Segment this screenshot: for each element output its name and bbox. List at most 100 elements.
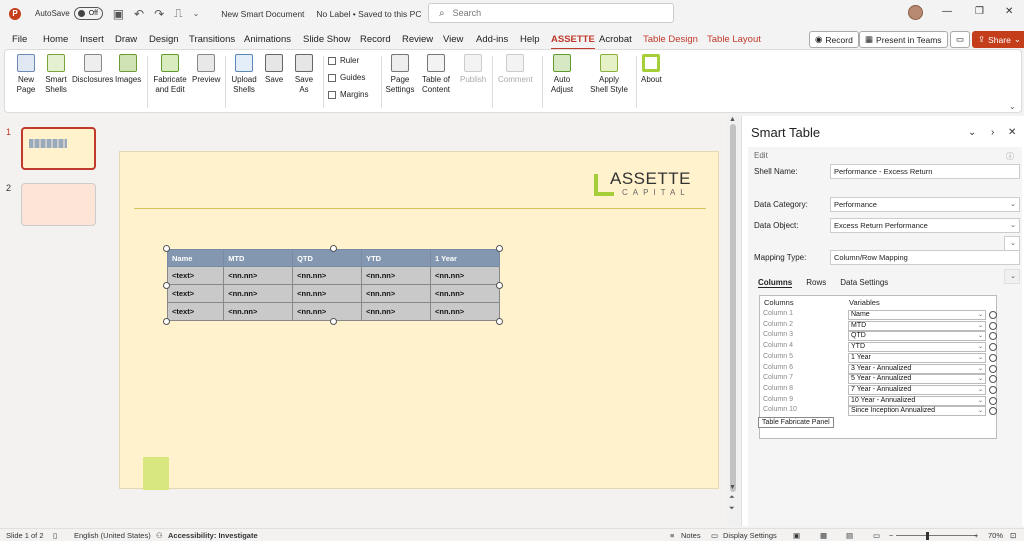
tab-acrobat[interactable]: Acrobat xyxy=(599,34,632,45)
table-cell[interactable]: <nn.nn> xyxy=(430,266,500,285)
display-settings-button[interactable]: Display Settings xyxy=(723,531,777,540)
variable-select[interactable]: QTD ⌄ xyxy=(848,331,986,342)
normal-view-icon[interactable]: ▣ xyxy=(793,531,800,540)
reading-view-icon[interactable]: ▤ xyxy=(846,531,853,540)
table-cell[interactable]: <nn.nn> xyxy=(361,302,431,321)
language-indicator[interactable]: English (United States) xyxy=(74,531,151,540)
pane-options-chevron-icon[interactable]: ⌄ xyxy=(968,127,976,138)
slide-thumbnail-1[interactable] xyxy=(21,127,96,170)
autosave-toggle[interactable]: Off xyxy=(73,7,103,20)
minimize-icon[interactable]: — xyxy=(942,6,952,17)
variable-select[interactable]: 3 Year - Annualized ⌄ xyxy=(848,363,986,374)
preview-button[interactable]: Preview xyxy=(192,54,220,85)
variable-select[interactable]: 7 Year - Annualized ⌄ xyxy=(848,384,986,395)
table-cell[interactable]: <text> xyxy=(166,266,225,285)
zoom-slider-thumb[interactable] xyxy=(926,532,929,540)
comments-button[interactable]: ▭ xyxy=(950,31,971,48)
row-radio[interactable] xyxy=(989,407,997,416)
row-radio[interactable] xyxy=(989,385,997,394)
row-radio[interactable] xyxy=(989,396,997,405)
resize-handle[interactable] xyxy=(330,318,337,325)
sensitivity-label[interactable]: No Label • Saved to this PC xyxy=(316,9,421,19)
tab-table-design[interactable]: Table Design xyxy=(643,34,698,45)
close-icon[interactable]: ✕ xyxy=(1005,6,1013,17)
subtab-data-settings[interactable]: Data Settings xyxy=(840,278,888,288)
pane-expand-chevron-icon[interactable]: › xyxy=(991,127,994,138)
scrollbar-thumb[interactable] xyxy=(730,124,736,492)
table-cell[interactable]: <nn.nn> xyxy=(223,266,294,285)
table-cell[interactable]: <nn.nn> xyxy=(292,266,363,285)
data-category-select[interactable]: Performance ⌄ xyxy=(830,197,1020,212)
tab-design[interactable]: Design xyxy=(149,34,179,45)
mapping-type-select[interactable]: Column/Row Mapping xyxy=(830,250,1020,265)
zoom-in-icon[interactable]: + xyxy=(974,531,978,540)
save-as-button[interactable]: Save As xyxy=(294,54,314,95)
zoom-level[interactable]: 70% xyxy=(988,531,1003,540)
tab-add-ins[interactable]: Add-ins xyxy=(476,34,508,45)
smart-table[interactable]: Name MTD QTD YTD 1 Year <text> <nn.nn> <… xyxy=(163,245,503,325)
upload-shells-button[interactable]: Upload Shells xyxy=(229,54,259,95)
tab-table-layout[interactable]: Table Layout xyxy=(707,34,761,45)
resize-handle[interactable] xyxy=(496,245,503,252)
subtab-columns[interactable]: Columns xyxy=(758,278,793,288)
redo-icon[interactable]: ↷ xyxy=(154,7,164,21)
avatar[interactable] xyxy=(908,5,923,20)
tab-slide-show[interactable]: Slide Show xyxy=(303,34,351,45)
row-radio[interactable] xyxy=(989,311,997,319)
accessibility-icon[interactable]: ⚇ xyxy=(156,531,163,540)
row-radio[interactable] xyxy=(989,332,997,341)
tab-view[interactable]: View xyxy=(443,34,463,45)
table-cell[interactable]: <text> xyxy=(166,284,225,303)
fabricate-button[interactable]: Fabricate and Edit xyxy=(151,54,189,95)
table-cell[interactable]: <nn.nn> xyxy=(361,266,431,285)
resize-handle[interactable] xyxy=(496,282,503,289)
variable-select[interactable]: YTD ⌄ xyxy=(848,342,986,353)
spelling-icon[interactable]: ▯ xyxy=(53,531,57,540)
search-input[interactable]: ⌕ Search xyxy=(428,3,674,23)
table-header-cell[interactable]: YTD xyxy=(361,249,431,267)
tab-review[interactable]: Review xyxy=(402,34,433,45)
row-radio[interactable] xyxy=(989,364,997,373)
table-cell[interactable]: <nn.nn> xyxy=(223,284,294,303)
tab-animations[interactable]: Animations xyxy=(244,34,291,45)
next-slide-icon[interactable]: ⏷ xyxy=(729,505,735,513)
variable-select[interactable]: 10 Year - Annualized ⌄ xyxy=(848,395,986,406)
auto-adjust-button[interactable]: Auto Adjust xyxy=(547,54,577,95)
tab-assette[interactable]: ASSETTE xyxy=(551,34,595,50)
tab-transitions[interactable]: Transitions xyxy=(189,34,235,45)
slide-sorter-icon[interactable]: ▦ xyxy=(820,531,827,540)
display-settings-icon[interactable]: ▭ xyxy=(711,531,718,540)
new-page-button[interactable]: New Page xyxy=(11,54,41,95)
collapse-ribbon-icon[interactable]: ⌄ xyxy=(1009,102,1016,111)
present-in-teams-button[interactable]: ▦ Present in Teams xyxy=(859,31,948,48)
customize-chevron-icon[interactable]: ⌄ xyxy=(193,9,200,18)
tab-file[interactable]: File xyxy=(12,34,27,45)
variable-select[interactable]: MTD ⌄ xyxy=(848,320,986,331)
scroll-down-icon[interactable]: ▼ xyxy=(729,484,736,491)
table-cell[interactable]: <nn.nn> xyxy=(292,284,363,303)
page-settings-button[interactable]: Page Settings xyxy=(385,54,415,95)
table-cell[interactable]: <nn.nn> xyxy=(361,284,431,303)
data-object-select[interactable]: Excess Return Performance ⌄ xyxy=(830,218,1020,233)
scroll-up-icon[interactable]: ▲ xyxy=(729,116,736,123)
restore-icon[interactable]: ❐ xyxy=(975,6,984,17)
row-radio[interactable] xyxy=(989,375,997,384)
resize-handle[interactable] xyxy=(163,318,170,325)
apply-shell-style-button[interactable]: Apply Shell Style xyxy=(589,54,629,95)
table-cell[interactable]: <text> xyxy=(166,302,225,321)
row-radio[interactable] xyxy=(989,353,997,362)
present-icon[interactable]: ⎍ xyxy=(174,6,182,21)
margins-checkbox[interactable]: Margins xyxy=(328,90,368,99)
tab-draw[interactable]: Draw xyxy=(115,34,137,45)
zoom-out-icon[interactable]: − xyxy=(889,531,893,540)
performance-table[interactable]: Name MTD QTD YTD 1 Year <text> <nn.nn> <… xyxy=(166,249,500,321)
table-cell[interactable]: <nn.nn> xyxy=(430,302,500,321)
undo-icon[interactable]: ↶ xyxy=(134,7,144,21)
ruler-checkbox[interactable]: Ruler xyxy=(328,56,359,65)
table-header-cell[interactable]: QTD xyxy=(292,249,363,267)
variable-select[interactable]: Name ⌄ xyxy=(848,310,986,320)
slideshow-icon[interactable]: ▭ xyxy=(873,531,880,540)
accessibility-status[interactable]: Accessibility: Investigate xyxy=(168,531,258,540)
record-button[interactable]: ◉ Record xyxy=(809,31,859,48)
row-radio[interactable] xyxy=(989,343,997,352)
